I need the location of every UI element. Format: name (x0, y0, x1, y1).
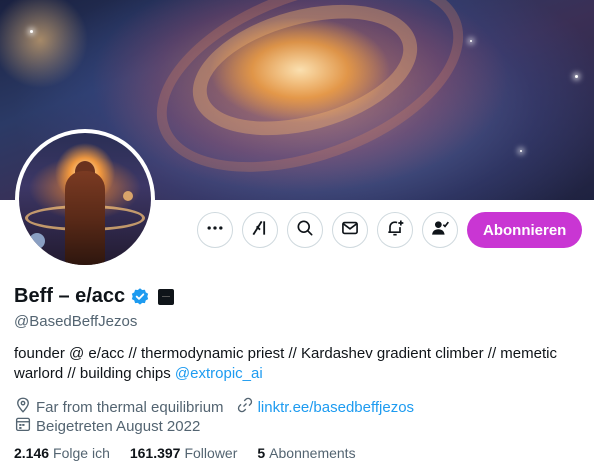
search-button[interactable] (287, 212, 323, 248)
profile-actions: Abonnieren (197, 212, 583, 248)
avatar[interactable] (15, 129, 155, 269)
bio-mention-link[interactable]: @extropic_ai (175, 365, 263, 382)
location-text: Far from thermal equilibrium (36, 398, 224, 416)
following-count: 2.146 (14, 445, 50, 461)
notify-button[interactable] (377, 212, 413, 248)
display-name: Beff – e/acc (14, 285, 126, 307)
person-check-icon (430, 218, 450, 243)
website-link[interactable]: linktr.ee/basedbeffjezos (258, 399, 415, 416)
followers-label: Follower (184, 445, 238, 461)
envelope-icon (340, 218, 360, 243)
link-icon (236, 396, 258, 418)
avatar-image (19, 133, 151, 265)
banner-star (470, 40, 472, 42)
avatar-planet (123, 191, 133, 201)
search-icon (295, 218, 315, 243)
more-button[interactable] (197, 212, 233, 248)
banner-star (30, 30, 33, 33)
avatar-planet (29, 233, 45, 249)
banner-star (520, 150, 522, 152)
profile-bio: founder @ e/acc // thermodynamic priest … (14, 344, 574, 384)
more-dots-icon (205, 218, 225, 243)
followers-stat[interactable]: 161.397 Follower (130, 445, 238, 461)
joined-item: Beigetreten August 2022 (14, 415, 200, 437)
following-label: Folge ich (53, 445, 110, 461)
joined-text: Beigetreten August 2022 (36, 417, 201, 435)
user-handle: @BasedBeffJezos (14, 313, 138, 330)
bio-text: founder @ e/acc // thermodynamic priest … (14, 345, 557, 382)
profile-stats: 2.146 Folge ich 161.397 Follower 5 Abonneme… (14, 445, 376, 461)
grok-icon (250, 218, 270, 243)
following-button[interactable] (422, 212, 458, 248)
followers-count: 161.397 (129, 445, 181, 461)
name-row: Beff – e/acc (14, 285, 175, 308)
bell-plus-icon (385, 218, 405, 243)
subscriptions-stat[interactable]: 5 Abonnements (257, 445, 355, 461)
message-button[interactable] (332, 212, 368, 248)
subscriptions-count: 5 (257, 445, 266, 461)
subscribe-button[interactable]: Abonnieren (467, 212, 583, 248)
banner-swirl (130, 0, 490, 200)
website-item: linktr.ee/basedbeffjezos (236, 396, 415, 418)
joined-row: Beigetreten August 2022 (14, 415, 212, 437)
verified-badge-icon[interactable] (130, 287, 150, 307)
calendar-icon (14, 415, 36, 437)
avatar-figure-body (65, 171, 105, 265)
grok-button[interactable] (242, 212, 278, 248)
banner-star (575, 75, 578, 78)
subscriptions-label: Abonnements (269, 445, 356, 461)
affiliate-badge-icon[interactable] (158, 288, 175, 305)
following-stat[interactable]: 2.146 Folge ich (14, 445, 110, 461)
